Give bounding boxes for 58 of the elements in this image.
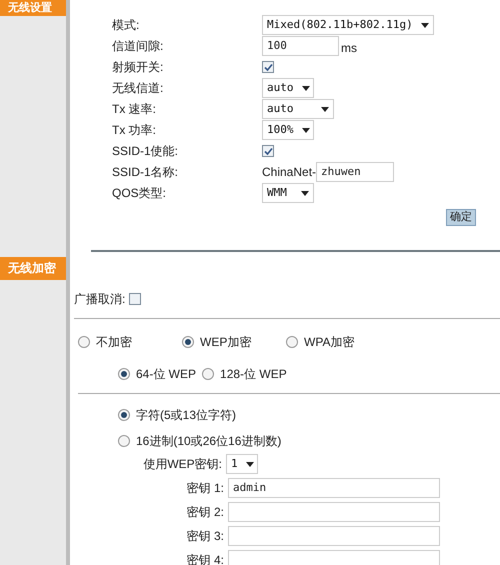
radio-button[interactable] <box>118 368 130 380</box>
checkbox[interactable] <box>262 145 274 157</box>
field-label: 密钥 1: <box>186 480 225 497</box>
input-field[interactable] <box>228 550 440 565</box>
checkbox[interactable] <box>129 293 142 305</box>
field-label: Tx 速率: <box>112 101 157 118</box>
input-field[interactable] <box>228 526 440 546</box>
select-dropdown[interactable]: Mixed(802.11b+802.11g) <box>262 15 434 35</box>
radio-button[interactable] <box>118 409 130 421</box>
radio-label: 16进制(10或26位16进制数) <box>136 433 282 450</box>
select-value: WMM <box>267 184 287 201</box>
caret-icon <box>246 462 254 466</box>
field-label: Tx 功率: <box>112 122 157 139</box>
field-label: 信道间隙: <box>112 38 164 55</box>
radio-button[interactable] <box>182 336 194 348</box>
select-value: 100% <box>267 122 294 138</box>
caret-icon <box>301 190 309 196</box>
field-label: SSID-1使能: <box>112 143 180 160</box>
radio-label: 字符(5或13位字符) <box>136 407 236 424</box>
select-dropdown[interactable]: WMM <box>262 183 314 203</box>
field-label: SSID-1名称: <box>112 164 180 181</box>
select-value: auto <box>267 100 294 117</box>
select-dropdown[interactable]: 100% <box>262 120 314 140</box>
select-value: 1 <box>231 456 238 472</box>
field-label: 射频开关: <box>112 59 164 76</box>
select-dropdown[interactable]: auto <box>262 99 334 119</box>
field-label: 广播取消: <box>74 291 126 308</box>
field-label: 使用WEP密钥: <box>142 456 223 473</box>
field-label: 密钥 3: <box>186 528 225 545</box>
caret-icon <box>321 106 329 112</box>
radio-button[interactable] <box>118 435 130 447</box>
select-dropdown[interactable]: auto <box>262 78 314 98</box>
field-label: 密钥 2: <box>186 504 225 521</box>
field-label: QOS类型: <box>112 185 168 202</box>
input-field[interactable] <box>228 502 440 522</box>
radio-label: 64-位 WEP <box>136 366 196 383</box>
caret-icon <box>421 22 429 28</box>
radio-label: 不加密 <box>96 334 132 351</box>
radio-button[interactable] <box>286 336 298 348</box>
radio-label: 128-位 WEP <box>220 366 287 383</box>
radio-label: WEP加密 <box>200 334 252 351</box>
caret-icon <box>302 128 310 132</box>
checkbox[interactable] <box>262 61 274 73</box>
radio-button[interactable] <box>202 368 214 380</box>
input-field[interactable]: zhuwen <box>316 162 394 182</box>
radio-button[interactable] <box>78 336 90 348</box>
field-suffix: ms <box>341 40 357 57</box>
confirm-button[interactable]: 确定 <box>446 209 476 226</box>
caret-icon <box>302 86 310 90</box>
field-prefix: ChinaNet- <box>262 164 316 181</box>
radio-label: WPA加密 <box>304 334 354 351</box>
input-field[interactable]: admin <box>228 478 440 498</box>
select-value: auto <box>267 80 294 96</box>
select-value: Mixed(802.11b+802.11g) <box>267 16 413 33</box>
field-label: 模式: <box>112 17 140 34</box>
input-field[interactable]: 100 <box>262 36 339 56</box>
select-dropdown[interactable]: 1 <box>226 454 258 474</box>
field-label: 无线信道: <box>112 80 164 97</box>
